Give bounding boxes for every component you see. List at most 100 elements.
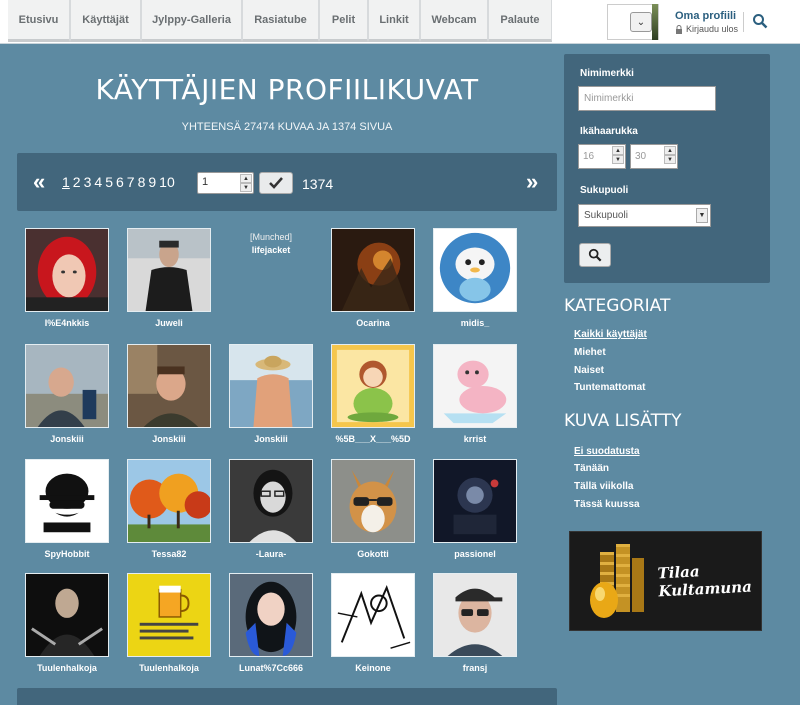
page-number-list: 1 2 3 4 5 6 7 8 9 10 [62, 174, 175, 190]
down-arrow-icon[interactable]: ▼ [612, 155, 624, 164]
prev-page-arrow[interactable]: « [33, 169, 45, 195]
top-navigation: Etusivu Käyttäjät Jylppy-Galleria Rasiat… [0, 0, 800, 44]
page-link[interactable]: 4 [94, 174, 102, 190]
username-link[interactable]: fransj [425, 663, 525, 673]
man-dark-coat-icon[interactable] [127, 228, 211, 312]
chevron-down-icon: ⌄ [636, 16, 646, 28]
username-link[interactable]: passionel [425, 549, 525, 559]
username-link[interactable]: Jonskiii [221, 434, 321, 444]
up-arrow-icon[interactable]: ▲ [664, 146, 676, 155]
nav-tab-pelit[interactable]: Pelit [319, 0, 368, 42]
page-link[interactable]: 7 [127, 174, 135, 190]
username-link[interactable]: -Laura- [221, 549, 321, 559]
user-card: Juweli [119, 228, 219, 328]
nickname-input[interactable]: Nimimerkki [578, 86, 716, 111]
man-room-icon[interactable] [127, 344, 211, 428]
age-min-stepper[interactable]: ▲ ▼ [612, 146, 624, 164]
username-link[interactable]: lifejacket [221, 244, 321, 257]
username-link[interactable]: Juweli [119, 318, 219, 328]
dark-robot-icon[interactable] [433, 459, 517, 543]
category-unknown[interactable]: Tuntemattomat [574, 382, 645, 393]
next-page-arrow[interactable]: » [526, 169, 538, 195]
page-link[interactable]: 1 [62, 174, 70, 190]
girl-glasses-icon[interactable] [229, 459, 313, 543]
user-card: Keinone [323, 573, 423, 673]
page-link[interactable]: 9 [148, 174, 156, 190]
corgi-sunglasses-icon[interactable] [331, 459, 415, 543]
username-link[interactable]: midis_ [425, 318, 525, 328]
assassin-icon[interactable] [25, 573, 109, 657]
category-men[interactable]: Miehet [574, 347, 606, 358]
username-link[interactable]: Tessa82 [119, 549, 219, 559]
user-card: Tuulenhalkoja [119, 573, 219, 673]
total-pages[interactable]: 1374 [302, 176, 333, 192]
page-link[interactable]: 5 [105, 174, 113, 190]
category-all-users[interactable]: Kaikki käyttäjät [574, 329, 647, 340]
chevron-down-icon: ▼ [696, 208, 708, 223]
age-min-input[interactable]: 16 ▲ ▼ [578, 144, 626, 169]
username-link[interactable]: Ocarina [323, 318, 423, 328]
profile-menu-dropdown[interactable]: ⌄ [630, 12, 652, 32]
back-hat-lake-icon[interactable] [229, 344, 313, 428]
search-icon[interactable] [752, 13, 768, 29]
otter-pokemon-icon[interactable] [433, 228, 517, 312]
pink-seal-icon[interactable] [433, 344, 517, 428]
spyhobbit-logo-icon[interactable] [25, 459, 109, 543]
red-hair-girl-icon[interactable] [25, 228, 109, 312]
nav-tab-rasiatube[interactable]: Rasiatube [242, 0, 319, 42]
logout-link[interactable]: Kirjaudu ulos [675, 24, 738, 34]
munched-placeholder[interactable]: [Munched] lifejacket [221, 228, 321, 312]
category-women[interactable]: Naiset [574, 365, 604, 376]
age-max-stepper[interactable]: ▲ ▼ [664, 146, 676, 164]
page-link[interactable]: 2 [73, 174, 81, 190]
guy-cap-glasses-icon[interactable] [433, 573, 517, 657]
up-arrow-icon[interactable]: ▲ [612, 146, 624, 155]
added-this-week[interactable]: Tällä viikolla [574, 481, 633, 492]
added-no-filter[interactable]: Ei suodatusta [574, 446, 640, 457]
search-button[interactable] [579, 243, 611, 267]
user-card: -Laura- [221, 459, 321, 559]
username-link[interactable]: Jonskiii [119, 434, 219, 444]
username-link[interactable]: I%E4nkkis [17, 318, 117, 328]
lock-icon [676, 24, 682, 34]
kultamuna-ad-banner[interactable]: Tilaa Kultamuna [569, 531, 762, 631]
down-arrow-icon[interactable]: ▼ [240, 183, 252, 192]
avatar [652, 4, 658, 40]
my-profile-link[interactable]: Oma profiili [675, 10, 736, 22]
added-today[interactable]: Tänään [574, 463, 609, 474]
page-link[interactable]: 8 [138, 174, 146, 190]
man-beach-icon[interactable] [25, 344, 109, 428]
username-link[interactable]: SpyHobbit [17, 549, 117, 559]
page-number-input[interactable]: 1 ▲ ▼ [197, 172, 254, 194]
dark-fantasy-icon[interactable] [331, 228, 415, 312]
username-link[interactable]: Jonskiii [17, 434, 117, 444]
page-link[interactable]: 10 [159, 174, 175, 190]
nav-tab-linkit[interactable]: Linkit [368, 0, 420, 42]
blue-hair-girl-icon[interactable] [229, 573, 313, 657]
username-link[interactable]: %5B___X___%5D [323, 434, 423, 444]
username-link[interactable]: Tuulenhalkoja [119, 663, 219, 673]
nav-tab-kayttajat[interactable]: Käyttäjät [70, 0, 141, 42]
up-arrow-icon[interactable]: ▲ [240, 174, 252, 183]
nav-tab-jylppy-galleria[interactable]: Jylppy-Galleria [141, 0, 242, 42]
nav-tab-palaute[interactable]: Palaute [488, 0, 552, 42]
username-link[interactable]: Tuulenhalkoja [17, 663, 117, 673]
comic-sketch-icon[interactable] [331, 573, 415, 657]
page-link[interactable]: 3 [84, 174, 92, 190]
cartoon-girl-icon[interactable] [331, 344, 415, 428]
page-link[interactable]: 6 [116, 174, 124, 190]
alcohol-beer-icon[interactable] [127, 573, 211, 657]
age-max-input[interactable]: 30 ▲ ▼ [630, 144, 678, 169]
down-arrow-icon[interactable]: ▼ [664, 155, 676, 164]
gender-select[interactable]: Sukupuoli ▼ [578, 204, 711, 227]
username-link[interactable]: krrist [425, 434, 525, 444]
nav-tab-etusivu[interactable]: Etusivu [8, 0, 70, 42]
username-link[interactable]: Lunat%7Cc666 [221, 663, 321, 673]
added-this-month[interactable]: Tässä kuussa [574, 499, 640, 510]
username-link[interactable]: Keinone [323, 663, 423, 673]
username-link[interactable]: Gokotti [323, 549, 423, 559]
go-to-page-button[interactable] [259, 172, 293, 194]
autumn-trees-icon[interactable] [127, 459, 211, 543]
page-stepper[interactable]: ▲ ▼ [240, 174, 252, 192]
nav-tab-webcam[interactable]: Webcam [420, 0, 488, 42]
